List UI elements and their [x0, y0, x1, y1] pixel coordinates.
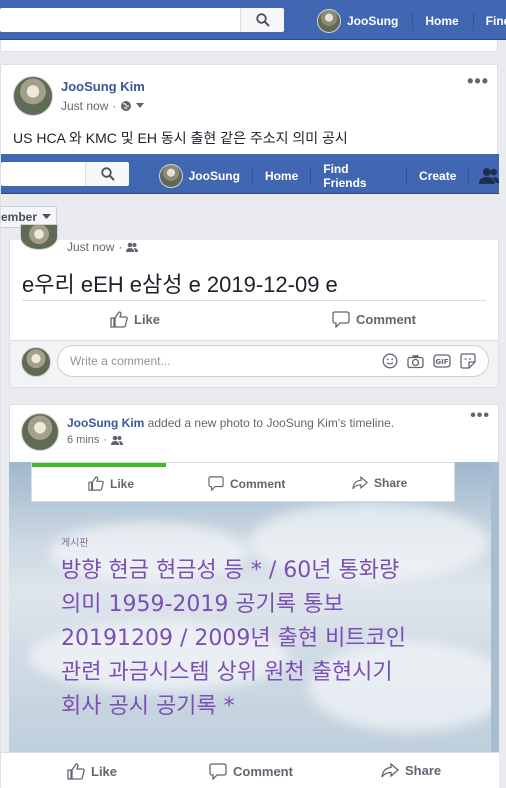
- inner-nav-profile-link[interactable]: JooSung: [189, 169, 240, 183]
- previous-post-edge: [0, 40, 498, 52]
- sticker-icon[interactable]: [460, 353, 476, 369]
- like-icon: [67, 763, 85, 780]
- meta-dot: ·: [103, 434, 108, 446]
- post-options-icon[interactable]: •••: [467, 71, 489, 92]
- svg-text:GIF: GIF: [435, 358, 448, 366]
- friends-audience-icon[interactable]: [111, 435, 124, 445]
- search-icon: [100, 167, 115, 181]
- post-card: JooSung Kim Just now · ••• US HCA 와 KMC …: [0, 64, 499, 788]
- share-icon: [381, 763, 399, 778]
- photo-text-line: 방향 현금 현금성 등 * / 60년 통화량: [61, 558, 400, 583]
- inner-search-input[interactable]: [1, 162, 85, 186]
- inner-like-button[interactable]: Like: [110, 311, 160, 328]
- post-photo[interactable]: Like Comment Share 게시판 방향 현금 현금성 등 * / 6…: [9, 462, 499, 752]
- inner-comment-button[interactable]: Comment: [332, 311, 416, 328]
- photo-right-border: [491, 462, 499, 752]
- nav-divider: [310, 167, 312, 185]
- inner-post-timestamp[interactable]: Just now: [67, 240, 114, 254]
- comment-placeholder: Write a comment...: [70, 354, 171, 368]
- post-timestamp[interactable]: Just now: [61, 99, 108, 113]
- photo-post-timestamp[interactable]: 6 mins: [67, 434, 99, 446]
- comment-icon: [209, 763, 227, 780]
- audience-caret-icon[interactable]: [136, 103, 145, 109]
- globe-icon[interactable]: [120, 100, 132, 112]
- inner-user-avatar[interactable]: [159, 164, 183, 188]
- photo-text-block: 방향 현금 현금성 등 * / 60년 통화량 의미 1959-2019 공기록…: [61, 554, 471, 724]
- meta-dot: ·: [118, 240, 123, 254]
- inner-nav-find-friends-link[interactable]: Find Friends: [323, 162, 394, 190]
- camera-icon[interactable]: [407, 354, 424, 369]
- comment-button[interactable]: Comment: [209, 763, 293, 780]
- meta-dot: ·: [112, 99, 117, 113]
- photo-inner-like-button[interactable]: Like: [88, 476, 134, 491]
- commenter-avatar[interactable]: [21, 347, 51, 377]
- photo-board-label: 게시판: [61, 538, 89, 549]
- photo-author-name[interactable]: JooSung Kim: [67, 416, 144, 430]
- share-button[interactable]: Share: [381, 763, 441, 778]
- comment-label: Comment: [233, 764, 293, 779]
- photo-text-line: 회사 공시 공기록 *: [61, 694, 235, 719]
- comment-input[interactable]: Write a comment... GIF: [57, 345, 489, 377]
- share-label: Share: [405, 763, 442, 778]
- inner-search-button[interactable]: [85, 162, 129, 186]
- photo-inner-share-button[interactable]: Share: [352, 476, 407, 490]
- comment-icon: [208, 476, 224, 491]
- gif-icon[interactable]: GIF: [433, 354, 451, 368]
- inner-like-label: Like: [134, 312, 161, 327]
- share-icon: [352, 476, 368, 490]
- photo-text-line: 의미 1959-2019 공기록 통보: [61, 592, 344, 617]
- photo-post-options-icon[interactable]: •••: [470, 407, 490, 425]
- inner-author-avatar[interactable]: [20, 224, 58, 250]
- top-navbar: JooSung Home Find: [0, 0, 506, 40]
- photo-post-action-bar: Like Comment Share: [1, 752, 499, 788]
- photo-inner-like-label: Like: [110, 476, 135, 491]
- emoji-icon[interactable]: [382, 353, 398, 369]
- chevron-down-icon: [42, 214, 52, 219]
- friend-requests-icon[interactable]: [479, 167, 499, 185]
- like-icon: [88, 476, 104, 491]
- member-dropdown-label: ember: [1, 210, 38, 224]
- inner-navbar: JooSung Home Find Friends Create: [1, 154, 499, 194]
- photo-inner-progress: [32, 463, 166, 467]
- author-avatar[interactable]: [13, 76, 53, 116]
- photo-inner-comment-button[interactable]: Comment: [208, 476, 285, 491]
- like-button[interactable]: Like: [67, 763, 117, 780]
- inner-post-text: e우리 eEH e삼성 e 2019-12-09 e: [22, 272, 338, 297]
- nav-profile-link[interactable]: JooSung: [347, 14, 398, 28]
- nav-home-link[interactable]: Home: [425, 14, 458, 28]
- photo-text-line: 20191209 / 2009년 출현 비트코인: [61, 626, 407, 651]
- search-icon: [255, 13, 270, 27]
- like-icon: [110, 311, 128, 328]
- nav-find-friends-link[interactable]: Find: [486, 14, 506, 28]
- nav-divider: [412, 12, 414, 30]
- inner-nav-create-link[interactable]: Create: [419, 169, 456, 183]
- shared-screenshot: JooSung Home Find Friends Create ember J…: [1, 154, 499, 788]
- friends-audience-icon[interactable]: [126, 242, 139, 252]
- nav-divider: [472, 12, 474, 30]
- comment-icon: [332, 311, 350, 328]
- photo-action-text: added a new photo to JooSung Kim's timel…: [144, 416, 395, 430]
- nav-divider: [251, 167, 253, 185]
- divider: [22, 300, 486, 301]
- user-avatar[interactable]: [317, 9, 341, 33]
- author-name[interactable]: JooSung Kim: [61, 79, 145, 94]
- inner-status-card: Just now · e우리 eEH e삼성 e 2019-12-09 e Li…: [9, 224, 499, 388]
- inner-comment-label: Comment: [356, 312, 416, 327]
- photo-author-avatar[interactable]: [21, 413, 59, 451]
- photo-inner-share-label: Share: [374, 476, 408, 490]
- nav-divider: [468, 167, 470, 185]
- search-input[interactable]: [0, 8, 240, 32]
- search-button[interactable]: [240, 8, 284, 32]
- nav-divider: [406, 167, 408, 185]
- inner-nav-home-link[interactable]: Home: [265, 169, 298, 183]
- photo-text-line: 관련 과금시스템 상위 원천 출현시기: [61, 660, 393, 685]
- photo-inner-comment-label: Comment: [230, 476, 286, 491]
- like-label: Like: [91, 764, 118, 779]
- photo-inner-action-bar: Like Comment Share: [31, 462, 455, 502]
- post-text: US HCA 와 KMC 및 EH 동시 출현 같은 주소지 의미 공시: [13, 130, 348, 146]
